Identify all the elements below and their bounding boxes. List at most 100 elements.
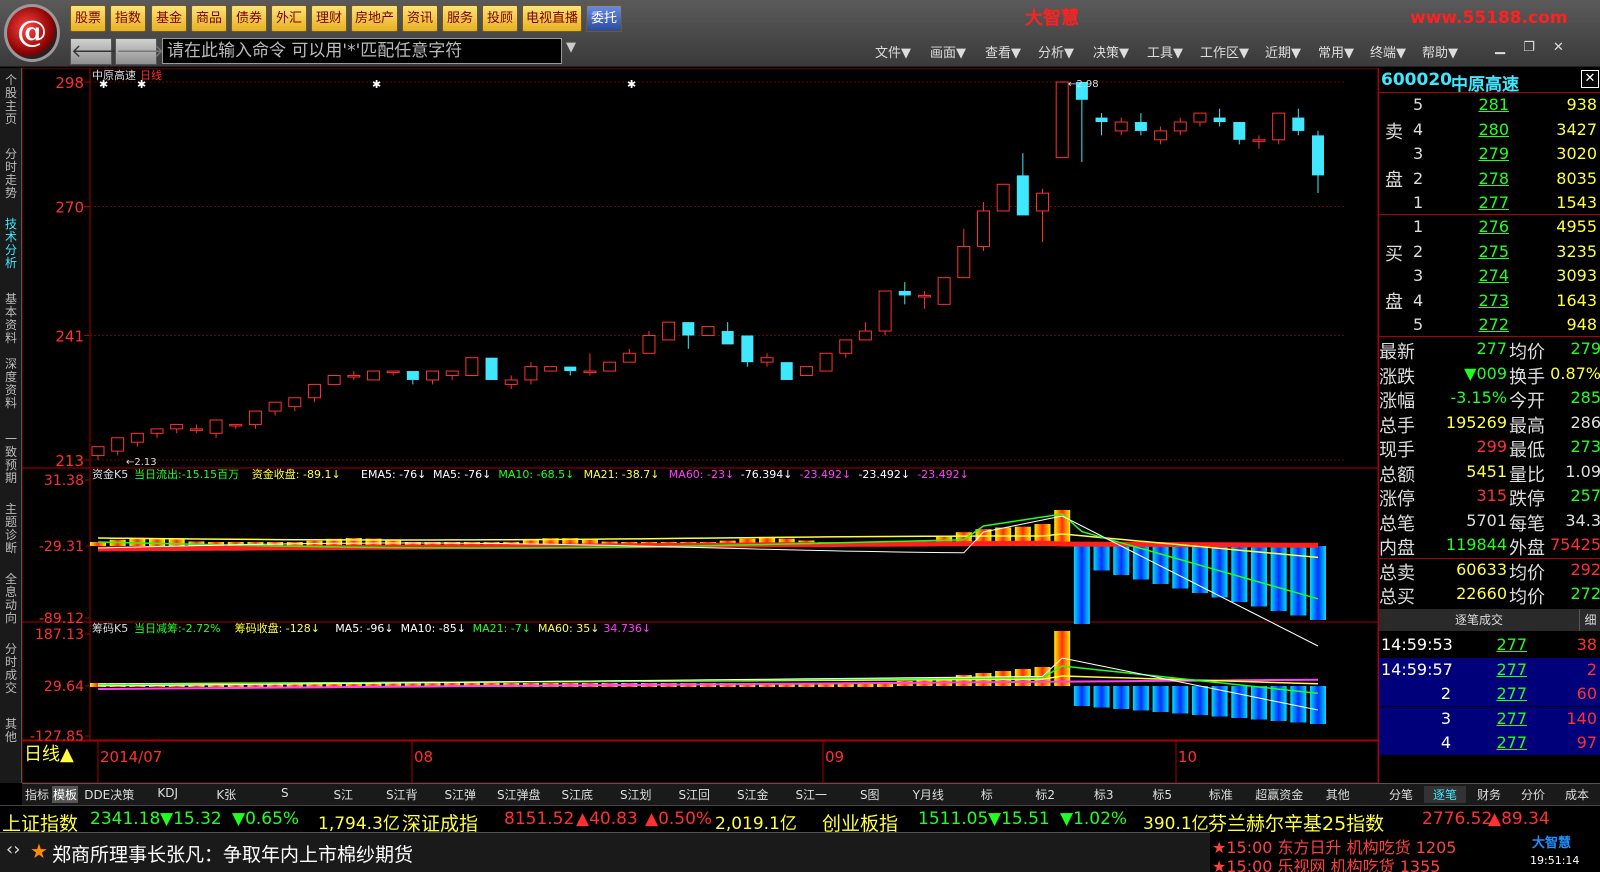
window-controls[interactable]: ▁ ❐ ✕ bbox=[1495, 40, 1564, 55]
nav-button-11[interactable]: 电视直播 bbox=[522, 5, 582, 32]
candle[interactable] bbox=[366, 370, 380, 381]
left-tab-5[interactable]: 一致预期 bbox=[2, 433, 20, 485]
left-tab-6[interactable]: 主题诊断 bbox=[2, 503, 20, 555]
event-marker-icon[interactable]: ✱ bbox=[99, 78, 108, 91]
menu-item-0[interactable]: 文件▼ bbox=[875, 42, 911, 61]
nav-button-9[interactable]: 服务 bbox=[442, 5, 478, 32]
restore-icon[interactable]: ❐ bbox=[1523, 40, 1535, 55]
event-marker-icon[interactable]: ✱ bbox=[372, 78, 381, 91]
indicator-tab-5[interactable]: S bbox=[256, 786, 315, 800]
nav-button-2[interactable]: 基金 bbox=[151, 5, 187, 32]
menu-item-10[interactable]: 帮助▼ bbox=[1422, 42, 1458, 61]
nav-button-4[interactable]: 债券 bbox=[231, 5, 267, 32]
menu-item-5[interactable]: 工具▼ bbox=[1147, 42, 1183, 61]
indicator-tab-8[interactable]: S江弹 bbox=[431, 786, 490, 803]
right-tab-3[interactable]: 分价 bbox=[1512, 786, 1554, 803]
indicator-tab-2[interactable]: DDE决策 bbox=[80, 786, 139, 803]
indicator-tab-1[interactable]: 模板 bbox=[52, 786, 78, 803]
left-tab-2[interactable]: 技术分析 bbox=[2, 218, 20, 270]
order-price[interactable]: 280 bbox=[1451, 120, 1509, 139]
left-tab-9[interactable]: 其他 bbox=[2, 718, 20, 744]
order-price[interactable]: 275 bbox=[1451, 242, 1509, 261]
candle[interactable] bbox=[662, 321, 676, 341]
forward-button[interactable]: 🡒 bbox=[115, 38, 164, 65]
left-tab-1[interactable]: 分时走势 bbox=[2, 148, 20, 200]
indicator-tab-12[interactable]: S江回 bbox=[665, 786, 724, 803]
indicator-tab-4[interactable]: K张 bbox=[197, 786, 256, 803]
indicator-tab-18[interactable]: 标2 bbox=[1016, 786, 1075, 803]
left-tab-7[interactable]: 全息动向 bbox=[2, 573, 20, 625]
close-panel-icon[interactable]: ✕ bbox=[1581, 70, 1599, 88]
back-button[interactable]: 🡐 bbox=[70, 38, 119, 65]
period-label[interactable]: 日线▲ bbox=[24, 744, 74, 765]
nav-button-10[interactable]: 投顾 bbox=[482, 5, 518, 32]
order-price[interactable]: 277 bbox=[1451, 193, 1509, 212]
app-logo[interactable]: @ bbox=[4, 4, 60, 62]
menu-item-2[interactable]: 查看▼ bbox=[985, 42, 1021, 61]
order-price[interactable]: 278 bbox=[1451, 169, 1509, 188]
right-tab-1[interactable]: 逐笔 bbox=[1424, 786, 1466, 803]
right-tab-2[interactable]: 财务 bbox=[1468, 786, 1510, 803]
order-price[interactable]: 273 bbox=[1451, 291, 1509, 310]
left-tab-8[interactable]: 分时成交 bbox=[2, 643, 20, 695]
candle[interactable] bbox=[544, 366, 558, 372]
menu-item-4[interactable]: 决策▼ bbox=[1093, 42, 1129, 61]
nav-button-8[interactable]: 资讯 bbox=[402, 5, 438, 32]
indicator-tab-3[interactable]: KDJ bbox=[139, 786, 198, 800]
menu-item-8[interactable]: 常用▼ bbox=[1318, 42, 1354, 61]
trades-header[interactable]: 逐笔成交 bbox=[1379, 609, 1579, 631]
order-price[interactable]: 272 bbox=[1451, 315, 1509, 334]
news-bar[interactable]: ‹› ★ 郑商所理事长张凡：争取年内上市棉纱期货 bbox=[0, 832, 1210, 872]
indicator-tab-22[interactable]: 超赢资金 bbox=[1250, 786, 1309, 803]
menu-item-7[interactable]: 近期▼ bbox=[1265, 42, 1301, 61]
indicator-tab-23[interactable]: 其他 bbox=[1309, 786, 1368, 803]
order-price[interactable]: 281 bbox=[1451, 95, 1509, 114]
candle[interactable] bbox=[701, 326, 715, 336]
news-nav-icon[interactable]: ‹› bbox=[6, 839, 20, 860]
order-price[interactable]: 274 bbox=[1451, 266, 1509, 285]
command-input[interactable]: 请在此输入命令 可以用'*'匹配任意字符 bbox=[162, 38, 562, 64]
candle[interactable] bbox=[741, 335, 754, 367]
minimize-icon[interactable]: ▁ bbox=[1495, 40, 1505, 55]
indicator-tab-20[interactable]: 标5 bbox=[1133, 786, 1192, 803]
candle[interactable] bbox=[780, 362, 793, 380]
order-price[interactable]: 276 bbox=[1451, 217, 1509, 236]
candle[interactable] bbox=[603, 361, 617, 372]
candle[interactable] bbox=[1272, 112, 1286, 145]
candle[interactable] bbox=[327, 375, 341, 385]
nav-button-5[interactable]: 外汇 bbox=[271, 5, 307, 32]
trades-toggle[interactable]: 细 bbox=[1579, 609, 1600, 631]
candle[interactable] bbox=[996, 183, 1010, 212]
candle[interactable] bbox=[1055, 81, 1069, 159]
order-price[interactable]: 279 bbox=[1451, 144, 1509, 163]
candle[interactable] bbox=[819, 352, 833, 372]
indicator-tab-16[interactable]: Y月线 bbox=[899, 786, 958, 803]
indicator-tab-15[interactable]: S图 bbox=[841, 786, 900, 803]
right-tab-0[interactable]: 分笔 bbox=[1380, 786, 1422, 803]
chart-area[interactable]: 298270241213中原高速 日线✱ ✱ ✱ ✱←2.13←2.9831.38-29… bbox=[22, 68, 1378, 783]
indicator-tab-21[interactable]: 标准 bbox=[1192, 786, 1251, 803]
indicator-tab-7[interactable]: S江背 bbox=[373, 786, 432, 803]
candle[interactable] bbox=[937, 277, 951, 305]
nav-button-1[interactable]: 指数 bbox=[110, 5, 146, 32]
indicator-tab-11[interactable]: S江划 bbox=[607, 786, 666, 803]
close-icon[interactable]: ✕ bbox=[1553, 40, 1564, 55]
indicator-tab-6[interactable]: S江 bbox=[314, 786, 373, 803]
left-tab-0[interactable]: 个股主页 bbox=[2, 74, 20, 126]
left-tab-3[interactable]: 基本资料 bbox=[2, 293, 20, 345]
candle[interactable] bbox=[465, 357, 479, 377]
chevron-down-icon[interactable]: ▼ bbox=[566, 40, 576, 55]
menu-item-3[interactable]: 分析▼ bbox=[1038, 42, 1074, 61]
menu-item-9[interactable]: 终端▼ bbox=[1370, 42, 1406, 61]
indicator-tab-0[interactable]: 指标 bbox=[24, 786, 50, 803]
menu-item-1[interactable]: 画面▼ bbox=[930, 42, 966, 61]
left-tab-4[interactable]: 深度资料 bbox=[2, 358, 20, 410]
right-tab-4[interactable]: 成本 bbox=[1556, 786, 1598, 803]
indicator-tab-10[interactable]: S江底 bbox=[548, 786, 607, 803]
menu-item-6[interactable]: 工作区▼ bbox=[1200, 42, 1249, 61]
nav-button-3[interactable]: 商品 bbox=[191, 5, 227, 32]
nav-button-7[interactable]: 房地产 bbox=[351, 5, 398, 32]
news-headline[interactable]: 郑商所理事长张凡：争取年内上市棉纱期货 bbox=[52, 840, 413, 867]
candle[interactable] bbox=[485, 357, 498, 380]
candle[interactable] bbox=[799, 366, 813, 377]
